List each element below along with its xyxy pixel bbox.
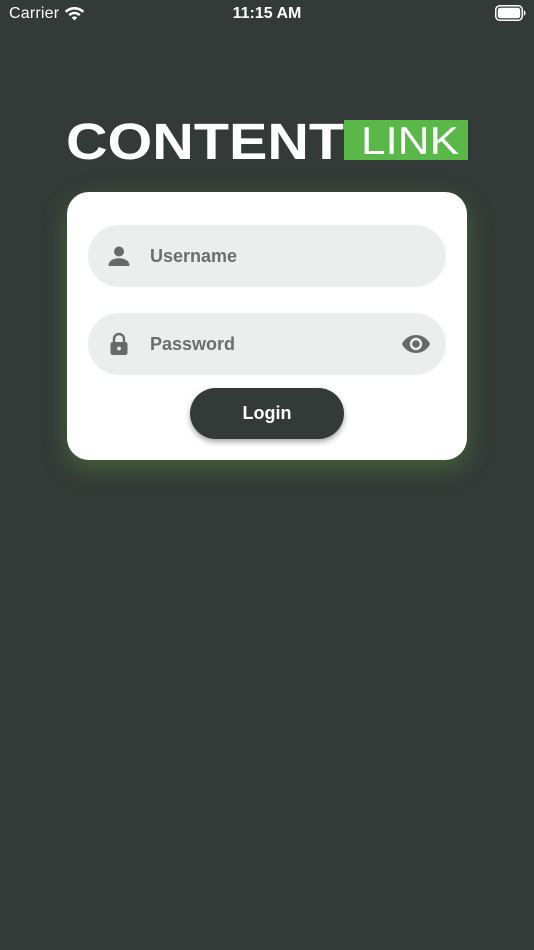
username-field[interactable]: [88, 225, 446, 287]
logo-word-secondary: LINK: [361, 120, 459, 162]
eye-icon[interactable]: [401, 330, 431, 358]
status-bar: Carrier 11:15 AM: [0, 0, 534, 28]
password-field[interactable]: [88, 313, 446, 375]
username-input[interactable]: [150, 225, 380, 287]
user-icon: [108, 246, 130, 266]
login-button[interactable]: Login: [190, 388, 344, 439]
battery-icon: [495, 5, 526, 21]
status-time: 11:15 AM: [232, 5, 302, 22]
app-logo: CONTENT LINK: [67, 118, 468, 162]
lock-icon: [110, 332, 128, 355]
logo-word-primary: CONTENT: [67, 118, 344, 162]
password-input[interactable]: [150, 313, 380, 375]
login-card: Login: [67, 192, 467, 460]
